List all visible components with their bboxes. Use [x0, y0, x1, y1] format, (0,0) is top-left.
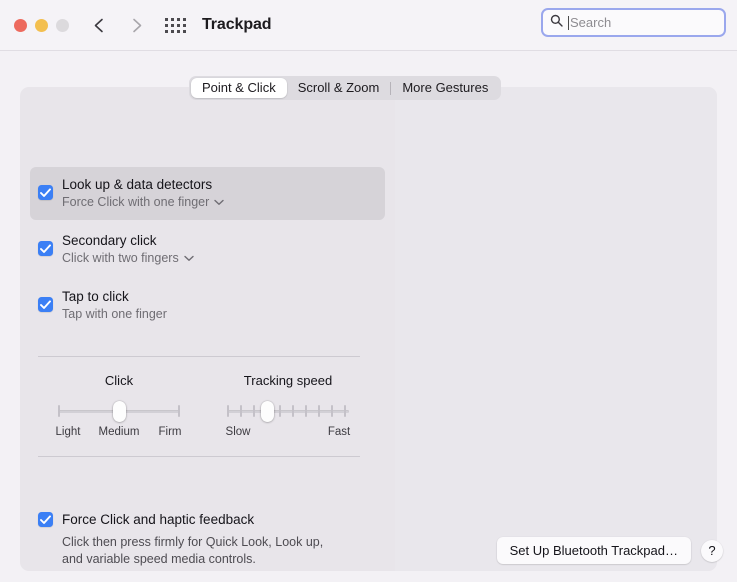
option-row-secondary-click[interactable]: Secondary click Click with two fingers — [30, 223, 385, 276]
click-slider-group: Click Light Medium Firm — [55, 373, 182, 442]
bottom-button-bar: Set Up Bluetooth Trackpad… ? — [496, 537, 723, 564]
option-title-tap-to-click: Tap to click — [62, 289, 129, 304]
force-click-description-line1: Click then press firmly for Quick Look, … — [62, 535, 324, 549]
tracking-tick-8 — [318, 405, 320, 417]
force-click-description-line2: and variable speed media controls. — [62, 552, 256, 566]
click-tick-firm — [178, 405, 180, 417]
tracking-tick-2 — [240, 405, 242, 417]
divider-top — [38, 356, 360, 357]
tab-scroll-and-zoom[interactable]: Scroll & Zoom — [287, 78, 391, 98]
click-label-light: Light — [55, 426, 81, 438]
traffic-lights — [14, 18, 69, 32]
option-row-tap-to-click[interactable]: Tap to click Tap with one finger — [30, 279, 385, 332]
tab-point-and-click[interactable]: Point & Click — [191, 78, 287, 98]
tracking-speed-labels: Slow Fast — [225, 426, 351, 442]
force-click-block: Force Click and haptic feedback Click th… — [38, 511, 378, 568]
navigation-buttons — [91, 17, 145, 34]
trackpad-preferences-window: Trackpad Search Point & Click Scroll & Z… — [0, 0, 737, 582]
force-click-description: Click then press firmly for Quick Look, … — [62, 534, 378, 568]
settings-card: Look up & data detectors Force Click wit… — [20, 87, 717, 571]
tracking-tick-1 — [227, 405, 229, 417]
checkbox-look-up[interactable] — [38, 185, 53, 200]
tracking-label-fast: Fast — [327, 426, 351, 438]
tracking-tick-6 — [292, 405, 294, 417]
tracking-tick-3 — [253, 405, 255, 417]
tracking-speed-slider-group: Tracking speed Slow Fast — [225, 373, 351, 442]
tracking-tick-5 — [279, 405, 281, 417]
option-subtitle-look-up[interactable]: Force Click with one finger — [62, 194, 385, 211]
page-title: Trackpad — [202, 16, 272, 33]
option-detail-tap-to-click: Tap with one finger — [62, 307, 167, 321]
tracking-tick-10 — [344, 405, 346, 417]
tracking-tick-9 — [331, 405, 333, 417]
forward-chevron-icon[interactable] — [128, 17, 145, 34]
search-icon — [550, 14, 563, 32]
click-slider-thumb[interactable] — [112, 401, 126, 422]
search-placeholder: Search — [570, 15, 612, 30]
click-slider-label: Click — [104, 373, 134, 388]
search-text-cursor — [568, 15, 569, 30]
popup-value-look-up: Force Click with one finger — [62, 195, 210, 209]
option-subtitle-tap-to-click: Tap with one finger — [62, 306, 385, 323]
tab-bar: Point & Click Scroll & Zoom More Gesture… — [189, 76, 502, 100]
option-subtitle-secondary-click[interactable]: Click with two fingers — [62, 250, 385, 267]
tracking-speed-track[interactable] — [227, 401, 349, 422]
popup-value-secondary-click: Click with two fingers — [62, 251, 179, 265]
zoom-button[interactable] — [56, 18, 69, 32]
back-chevron-icon[interactable] — [91, 17, 108, 34]
tracking-speed-thumb[interactable] — [260, 401, 274, 422]
titlebar: Trackpad Search — [0, 0, 737, 51]
option-row-look-up[interactable]: Look up & data detectors Force Click wit… — [30, 167, 385, 220]
click-label-firm: Firm — [158, 426, 182, 438]
tracking-speed-label: Tracking speed — [243, 373, 333, 388]
tracking-label-slow: Slow — [225, 426, 251, 438]
settings-list: Look up & data detectors Force Click wit… — [20, 87, 395, 571]
minimize-button[interactable] — [35, 18, 48, 32]
option-title-secondary-click: Secondary click — [62, 233, 157, 248]
tracking-tick-7 — [305, 405, 307, 417]
search-field[interactable]: Search — [541, 8, 726, 37]
chevron-down-icon[interactable] — [214, 194, 224, 211]
set-up-bluetooth-trackpad-button[interactable]: Set Up Bluetooth Trackpad… — [496, 537, 691, 564]
click-slider-labels: Light Medium Firm — [55, 426, 182, 442]
click-label-medium: Medium — [98, 426, 140, 438]
tab-more-gestures[interactable]: More Gestures — [391, 78, 499, 98]
checkbox-secondary-click[interactable] — [38, 241, 53, 256]
help-button[interactable]: ? — [701, 539, 723, 562]
force-click-header[interactable]: Force Click and haptic feedback — [38, 511, 378, 529]
option-title-look-up: Look up & data detectors — [62, 177, 213, 192]
click-slider-track[interactable] — [58, 401, 180, 422]
click-tick-light — [58, 405, 60, 417]
show-all-grid-icon[interactable] — [165, 17, 186, 33]
checkbox-force-click[interactable] — [38, 512, 53, 527]
force-click-title: Force Click and haptic feedback — [62, 512, 255, 527]
divider-bottom — [38, 456, 360, 457]
checkbox-tap-to-click[interactable] — [38, 297, 53, 312]
close-button[interactable] — [14, 18, 27, 32]
chevron-down-icon[interactable] — [184, 250, 194, 267]
content-area: Point & Click Scroll & Zoom More Gesture… — [0, 51, 737, 582]
gesture-video-pane — [395, 87, 717, 571]
